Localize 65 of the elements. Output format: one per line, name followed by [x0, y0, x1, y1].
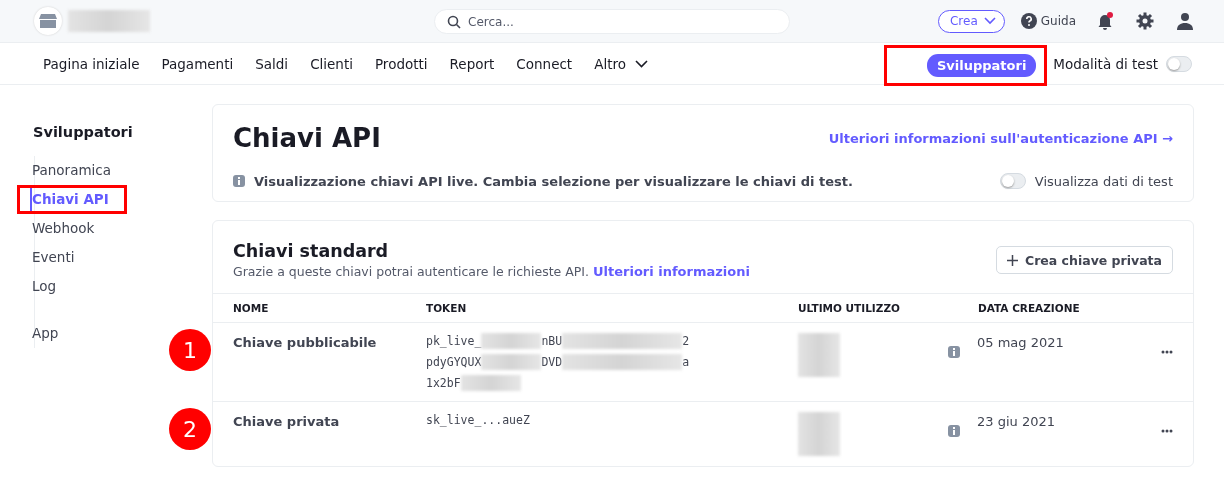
token-text: 2 [682, 334, 690, 348]
nav-item[interactable]: Clienti [299, 55, 364, 72]
token-text: sk_live_...aueZ [426, 413, 530, 427]
redacted-last-used [798, 412, 840, 456]
token-text: pdyGYQUX [426, 355, 482, 369]
store-logo-icon[interactable] [34, 7, 62, 35]
more-icon[interactable] [1161, 429, 1173, 433]
column-header: DATA CREAZIONE [978, 302, 1081, 314]
number-marker: 1 [169, 329, 211, 371]
nav-item[interactable]: Report [438, 55, 506, 72]
search-field[interactable]: Cerca... [434, 9, 790, 34]
nav-item[interactable]: Altro [583, 55, 659, 72]
section-description: Grazie a queste chiavi potrai autenticare le richieste API. [233, 264, 589, 279]
token-text: nBU [541, 334, 563, 348]
section-title: Chiavi standard [233, 241, 390, 261]
nav-item[interactable]: Pagamenti [150, 55, 245, 72]
sidebar-item[interactable]: App [32, 322, 59, 345]
key-name: Chiave privata [233, 413, 341, 431]
test-mode-toggle[interactable] [1166, 55, 1192, 72]
more-info-link[interactable]: Ulteriori informazioni [593, 264, 750, 279]
info-icon [948, 346, 960, 358]
nav-item[interactable]: Saldi [244, 55, 300, 72]
nav-item[interactable]: Pagina iniziale [32, 55, 151, 72]
search-icon [447, 15, 461, 29]
info-icon [233, 175, 245, 187]
test-data-toggle[interactable] [999, 173, 1026, 189]
creation-date: 23 giu 2021 [977, 413, 1056, 431]
token-text: a [682, 355, 690, 369]
sidebar-item[interactable]: Chiavi API [30, 188, 109, 211]
redacted-token [481, 333, 542, 349]
key-name: Chiave pubblicabile [233, 334, 378, 352]
developers-button[interactable]: Sviluppatori [926, 54, 1037, 77]
column-header: ULTIMO UTILIZZO [798, 302, 901, 314]
help-icon [1020, 13, 1037, 29]
chevron-down-icon [983, 17, 996, 25]
sidebar-item[interactable]: Eventi [32, 246, 75, 269]
token-text: pk_live_ [426, 334, 482, 348]
token-text: 1x2bF [426, 376, 461, 390]
number-marker: 2 [169, 408, 211, 450]
info-icon [948, 425, 960, 437]
notice-text: Visualizzazione chiavi API live. Cambia selezione per visualizzare le chiavi di test. [254, 173, 853, 189]
token-text: DVD [541, 355, 563, 369]
redacted-last-used [798, 333, 840, 377]
plus-icon [1007, 254, 1018, 266]
nav-item[interactable]: Prodotti [363, 55, 439, 72]
column-header: TOKEN [426, 302, 468, 314]
sidebar-item[interactable]: Log [32, 275, 57, 298]
page-title: Chiavi API [233, 123, 381, 153]
nav-item[interactable]: Connect [505, 55, 584, 72]
user-icon[interactable] [1176, 12, 1194, 30]
column-header: NOME [233, 302, 270, 314]
creation-date: 05 mag 2021 [977, 334, 1065, 352]
auth-info-link[interactable]: Ulteriori informazioni sull'autenticazione API → [828, 130, 1173, 146]
redacted-token [481, 354, 542, 370]
test-mode-label: Modalità di test [1053, 55, 1158, 72]
sidebar-item[interactable]: Panoramica [32, 159, 112, 182]
sidebar-title: Sviluppatori [33, 124, 134, 140]
create-key-button[interactable]: Crea chiave privata [996, 246, 1173, 274]
settings-icon[interactable] [1136, 12, 1154, 30]
bell-icon[interactable] [1096, 12, 1114, 30]
create-button[interactable]: Crea [938, 9, 1005, 33]
sidebar-item[interactable]: Webhook [32, 217, 95, 240]
more-icon[interactable] [1161, 350, 1173, 354]
test-data-label: Visualizza dati di test [1034, 173, 1173, 189]
help-button[interactable]: Guida [1020, 13, 1076, 29]
